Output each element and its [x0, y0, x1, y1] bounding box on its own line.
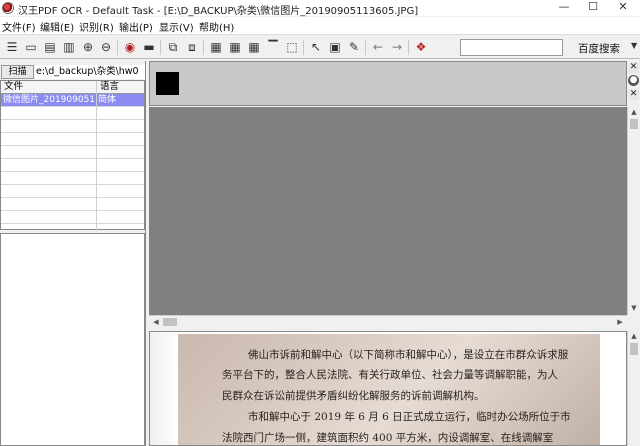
image-horizontal-scrollbar[interactable]: ◀ ▶ — [149, 315, 627, 328]
screen-capture-icon[interactable]: ▣ — [327, 39, 343, 55]
title-bar: 汉王PDF OCR - Default Task - [E:\D_BACKUP\… — [0, 0, 640, 17]
image-canvas[interactable] — [149, 107, 627, 315]
select-region-icon[interactable]: ⬚ — [284, 39, 300, 55]
image-vertical-scrollbar[interactable]: ▲ ▼ — [627, 107, 640, 315]
baidu-search-button[interactable]: 百度搜索 — [578, 41, 620, 56]
menu-edit[interactable]: 编辑(E) — [40, 19, 74, 34]
pointer-icon[interactable]: ↖ — [308, 39, 324, 55]
settings-icon[interactable]: ❖ — [413, 39, 429, 55]
export-icon[interactable]: ▬ — [141, 39, 157, 55]
close-icon[interactable]: ✕ — [628, 62, 639, 73]
pin-icon[interactable]: ● — [628, 75, 639, 86]
menu-file[interactable]: 文件(F) — [2, 19, 36, 34]
chevron-down-icon[interactable]: ▼ — [631, 41, 637, 50]
close-pane-icon[interactable]: ✕ — [628, 89, 639, 100]
tab-scan[interactable]: 扫描 — [1, 65, 34, 79]
file-panel: 扫描 e:\d_backup\杂类\hw0 文件 语言 微信图片_2019090… — [0, 61, 146, 446]
document-line: 市和解中心于 2019 年 6 月 6 日正式成立运行，临时办公场所位于市 — [248, 411, 571, 423]
page-thumbnail[interactable] — [156, 72, 179, 95]
document-vertical-scrollbar[interactable]: ▲ — [627, 331, 640, 446]
maximize-button[interactable]: ☐ — [578, 0, 608, 16]
batch-icon[interactable]: ▥ — [61, 39, 77, 55]
copy-region-icon[interactable]: ⧉ — [165, 39, 181, 55]
recognize-icon[interactable]: ◉ — [122, 39, 138, 55]
zoom-in-icon[interactable]: ⊕ — [80, 39, 96, 55]
document-line: 法院西门广场一侧，建筑面积约 400 平方米，内设调解室、在线调解室 — [222, 432, 554, 444]
zoom-out-icon[interactable]: ⊖ — [98, 39, 114, 55]
menu-view[interactable]: 显示(V) — [159, 19, 194, 34]
document-line: 佛山市诉前和解中心（以下简称市和解中心），是设立在市群众诉求服 — [248, 349, 569, 361]
back-arrow-icon[interactable]: ← — [370, 39, 386, 55]
scroll-left-icon[interactable]: ◀ — [151, 317, 161, 327]
open-file-icon[interactable]: ▭ — [23, 39, 39, 55]
language-cell: 简体 — [98, 95, 117, 105]
paste-region-icon[interactable]: ⧈ — [184, 39, 200, 55]
menu-recognize[interactable]: 识别(R) — [79, 19, 114, 34]
search-input[interactable] — [460, 39, 563, 56]
file-table: 文件 语言 微信图片_20190905113... 简体 — [0, 80, 145, 231]
close-button[interactable]: ✕ — [608, 0, 638, 16]
menu-help[interactable]: 帮助(H) — [199, 19, 234, 34]
path-field[interactable]: e:\d_backup\杂类\hw0 — [35, 65, 145, 79]
document-line: 务平台下的，整合人民法院、有关行政单位、社会力量等调解职能，为人 — [222, 369, 558, 381]
app-logo-icon — [2, 2, 14, 14]
layout-3-icon[interactable]: ▦ — [246, 39, 262, 55]
minimize-button[interactable]: — — [549, 0, 579, 16]
menu-bar: 文件(F) 编辑(E) 识别(R) 输出(P) 显示(V) 帮助(H) — [0, 17, 640, 34]
menu-output[interactable]: 输出(P) — [119, 19, 153, 34]
scan-icon[interactable]: ▤ — [42, 39, 58, 55]
file-name-cell: 微信图片_20190905113... — [3, 95, 96, 105]
scroll-up-icon[interactable]: ▲ — [629, 331, 639, 341]
document-line: 民群众在诉讼前提供矛盾纠纷化解服务的诉前调解机构。 — [222, 390, 485, 402]
layout-1-icon[interactable]: ▦ — [208, 39, 224, 55]
table-icon[interactable]: ▔ — [265, 39, 281, 55]
layout-2-icon[interactable]: ▦ — [227, 39, 243, 55]
preview-pane — [0, 233, 145, 446]
window-title: 汉王PDF OCR - Default Task - [E:\D_BACKUP\… — [18, 6, 419, 17]
image-panel: ✕ ● ✕ ▲ ▼ ◀ ▶ 佛山市诉前和解中心（以下简称市和解中心），是设立在市… — [149, 61, 640, 446]
document-preview[interactable]: 佛山市诉前和解中心（以下简称市和解中心），是设立在市群众诉求服 务平台下的，整合… — [149, 331, 627, 446]
scroll-up-icon[interactable]: ▲ — [629, 107, 639, 117]
forward-arrow-icon[interactable]: → — [389, 39, 405, 55]
pen-icon[interactable]: ✎ — [346, 39, 362, 55]
column-header-file[interactable]: 文件 — [1, 81, 96, 94]
thumbnail-strip — [149, 61, 627, 106]
scroll-down-icon[interactable]: ▼ — [629, 303, 639, 313]
toolbar: ☰ ▭ ▤ ▥ ⊕ ⊖ ◉ ▬ ⧉ ⧈ ▦ ▦ ▦ ▔ ⬚ ↖ ▣ ✎ ← → … — [0, 34, 640, 59]
scroll-right-icon[interactable]: ▶ — [615, 317, 625, 327]
table-row[interactable]: 微信图片_20190905113... 简体 — [1, 94, 144, 107]
open-folder-icon[interactable]: ☰ — [4, 39, 20, 55]
document-photo: 佛山市诉前和解中心（以下简称市和解中心），是设立在市群众诉求服 务平台下的，整合… — [178, 334, 600, 445]
column-header-language[interactable]: 语言 — [96, 81, 144, 94]
